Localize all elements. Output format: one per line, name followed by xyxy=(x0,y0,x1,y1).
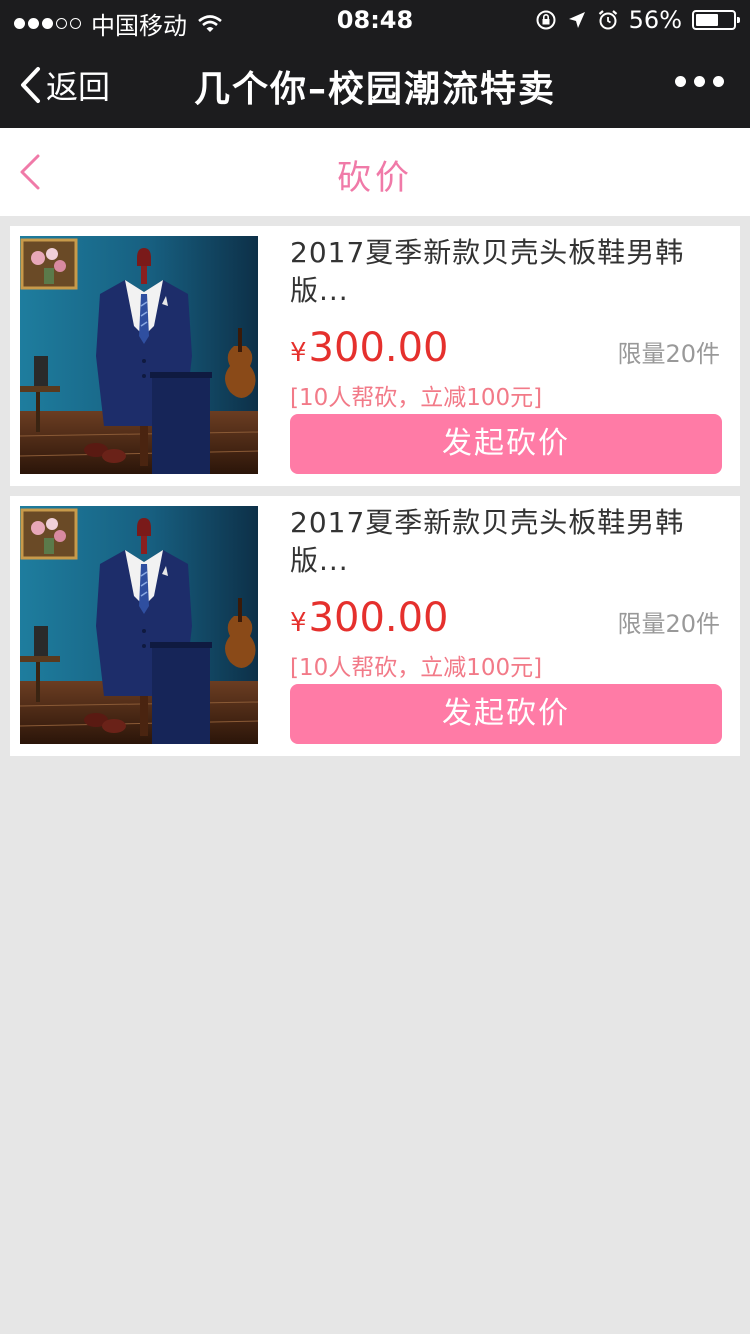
product-title[interactable]: 2017夏季新款贝壳头板鞋男韩版... xyxy=(290,504,722,580)
product-title[interactable]: 2017夏季新款贝壳头板鞋男韩版... xyxy=(290,234,722,310)
status-bar: 中国移动 08:48 56% xyxy=(0,0,750,40)
more-options-button[interactable] xyxy=(675,76,724,87)
bargain-rule: [10人帮砍，立减100元] xyxy=(290,385,543,411)
rotation-lock-icon xyxy=(536,10,556,30)
stock-limit: 限量20件 xyxy=(617,610,720,638)
currency-symbol: ¥ xyxy=(290,608,307,638)
currency-symbol: ¥ xyxy=(290,338,307,368)
battery-percentage: 56% xyxy=(628,6,682,34)
top-bar: 中国移动 08:48 56% 返回 几个你–校园潮流特卖 xyxy=(0,0,750,128)
product-price: ¥300.00 xyxy=(290,594,449,647)
alarm-clock-icon xyxy=(598,10,617,30)
product-image[interactable] xyxy=(20,236,258,474)
bargain-rule: [10人帮砍，立减100元] xyxy=(290,655,543,681)
price-value: 300.00 xyxy=(308,325,449,371)
product-image[interactable] xyxy=(20,506,258,744)
start-bargain-button[interactable]: 发起砍价 xyxy=(290,414,722,474)
stock-limit: 限量20件 xyxy=(617,340,720,368)
product-card[interactable]: 2017夏季新款贝壳头板鞋男韩版... ¥300.00 限量20件 [10人帮砍… xyxy=(10,496,740,756)
wechat-nav-bar: 返回 几个你–校园潮流特卖 xyxy=(0,40,750,128)
location-arrow-icon xyxy=(568,12,585,28)
more-dot xyxy=(675,76,686,87)
page-header: 砍价 xyxy=(0,128,750,216)
product-card[interactable]: 2017夏季新款贝壳头板鞋男韩版... ¥300.00 限量20件 [10人帮砍… xyxy=(10,226,740,486)
page-title: 砍价 xyxy=(337,158,413,198)
more-dot xyxy=(713,76,724,87)
price-value: 300.00 xyxy=(308,595,449,641)
more-dot xyxy=(694,76,705,87)
nav-title: 几个你–校园潮流特卖 xyxy=(193,69,556,110)
battery-icon xyxy=(692,10,740,30)
product-price: ¥300.00 xyxy=(290,324,449,377)
start-bargain-button[interactable]: 发起砍价 xyxy=(290,684,722,744)
